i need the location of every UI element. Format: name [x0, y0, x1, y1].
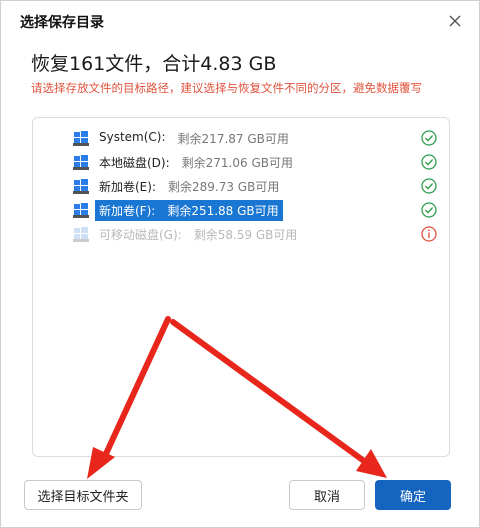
windows-drive-icon	[73, 179, 89, 194]
close-icon	[449, 15, 461, 27]
windows-drive-icon	[73, 131, 89, 146]
drive-free-space: 剩余289.73 GB可用	[168, 179, 280, 194]
windows-drive-icon	[73, 155, 89, 170]
save-directory-dialog: 选择保存目录 恢复161文件，合计4.83 GB 请选择存放文件的目标路径，建议…	[0, 0, 480, 528]
drive-list: System(C): 剩余217.87 GB可用 本地磁盘(D): 剩余271.…	[32, 117, 450, 457]
drive-item-g: 可移动磁盘(G): 剩余58.59 GB可用	[73, 223, 433, 245]
check-icon	[421, 202, 437, 218]
drive-item-c[interactable]: System(C): 剩余217.87 GB可用	[73, 127, 433, 149]
drive-item-e[interactable]: 新加卷(E): 剩余289.73 GB可用	[73, 175, 433, 197]
drive-free-space: 剩余217.87 GB可用	[177, 131, 289, 146]
drive-free-space: 剩余58.59 GB可用	[193, 227, 298, 242]
drive-item-f[interactable]: 新加卷(F): 剩余251.88 GB可用	[73, 199, 433, 221]
drive-item-d[interactable]: 本地磁盘(D): 剩余271.06 GB可用	[73, 151, 433, 173]
windows-drive-icon	[73, 203, 89, 218]
check-icon	[421, 178, 437, 194]
drive-name: 可移动磁盘(G):	[99, 227, 182, 242]
dialog-title: 选择保存目录	[20, 15, 104, 31]
info-error-icon	[421, 226, 437, 242]
drive-name: 新加卷(F):	[99, 203, 156, 218]
choose-target-folder-button[interactable]: 选择目标文件夹	[24, 480, 142, 510]
close-button[interactable]	[443, 9, 467, 33]
drive-name: System(C):	[99, 129, 166, 144]
ok-button[interactable]: 确定	[375, 480, 451, 510]
check-icon	[421, 130, 437, 146]
cancel-button[interactable]: 取消	[289, 480, 365, 510]
drive-free-space: 剩余271.06 GB可用	[181, 155, 293, 170]
recovery-summary: 恢复161文件，合计4.83 GB	[31, 53, 277, 75]
title-bar: 选择保存目录	[1, 1, 479, 39]
drive-free-space: 剩余251.88 GB可用	[167, 203, 279, 218]
windows-drive-icon	[73, 227, 89, 242]
check-icon	[421, 154, 437, 170]
warning-hint: 请选择存放文件的目标路径，建议选择与恢复文件不同的分区，避免数据覆写	[31, 81, 422, 95]
drive-name: 本地磁盘(D):	[99, 155, 170, 170]
selection-highlight: 新加卷(F): 剩余251.88 GB可用	[95, 199, 283, 221]
drive-name: 新加卷(E):	[99, 179, 156, 194]
